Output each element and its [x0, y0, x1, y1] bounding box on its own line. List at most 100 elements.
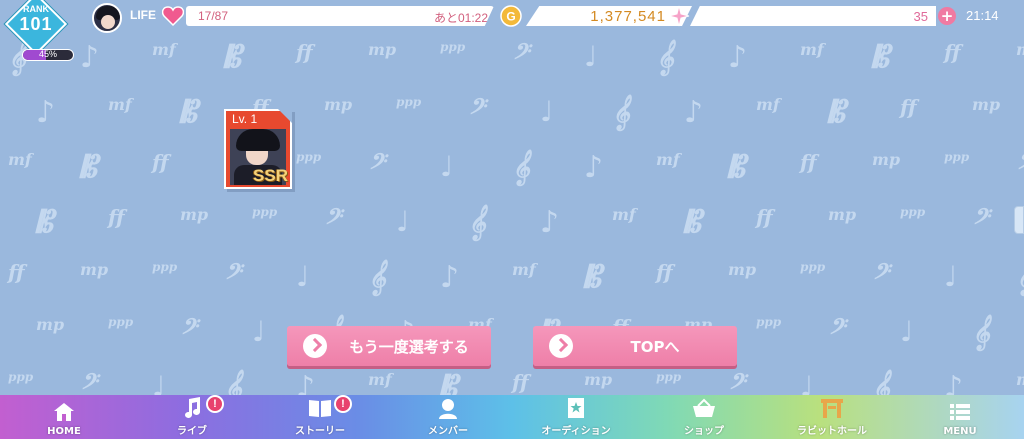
nav-item-shop[interactable]: ショップ [640, 395, 768, 439]
music-symbol-decoration: ♪ [684, 95, 704, 130]
music-symbol-decoration: mp [324, 95, 353, 114]
coin-icon: G [500, 5, 522, 27]
nav-label-shop: ショップ [684, 426, 724, 437]
music-symbol-decoration: 𝄞 [512, 150, 530, 185]
music-symbol-decoration: ♩ [944, 260, 958, 293]
music-symbol-decoration: ff [512, 370, 529, 394]
nav-label-menu: MENU [943, 426, 977, 437]
coin-count: 1,377,541 [590, 8, 666, 25]
sparkle-icon [668, 5, 690, 27]
card-level: Lv. 1 [232, 112, 258, 126]
music-symbol-decoration: mf [1016, 370, 1024, 389]
music-symbol-decoration: mp [1016, 40, 1024, 59]
music-symbol-decoration: mf [756, 95, 780, 114]
music-symbol-decoration: ♪ [540, 205, 560, 240]
music-symbol-decoration: mf [108, 95, 132, 114]
nav-item-story[interactable]: ! ストーリー [256, 395, 384, 439]
music-symbol-decoration: mp [368, 40, 397, 59]
stage-gate-icon [820, 396, 844, 420]
side-drawer-tab[interactable] [1014, 206, 1024, 234]
music-symbol-decoration: mp [828, 205, 857, 224]
music-symbol-decoration: 𝄡 [80, 150, 97, 185]
nav-item-rabbit-hole[interactable]: ラビットホール [768, 395, 896, 439]
music-symbol-decoration: 𝄡 [728, 150, 745, 185]
basket-icon [692, 396, 716, 420]
music-symbol-decoration: ppp [900, 205, 926, 219]
nav-label-audition: オーディション [541, 426, 611, 437]
music-symbol-decoration: ♩ [540, 95, 554, 128]
music-symbol-decoration: ppp [440, 40, 466, 54]
music-symbol-decoration: 𝄡 [872, 40, 889, 75]
top-label: TOPへ [630, 337, 680, 356]
music-symbol-decoration: 𝄞 [972, 315, 990, 350]
music-symbol-decoration: ff [944, 40, 961, 64]
top-button[interactable]: TOPへ [533, 326, 737, 366]
music-symbol-decoration: mf [368, 370, 392, 389]
music-symbol-decoration: ppp [252, 205, 278, 219]
music-symbol-decoration: ff [900, 95, 917, 119]
nav-label-member: メンバー [428, 426, 468, 437]
music-symbol-decoration: 𝄢 [468, 95, 485, 125]
music-symbol-decoration: mp [80, 260, 109, 279]
member-icon [436, 396, 460, 420]
music-symbol-decoration: ppp [656, 370, 682, 384]
music-symbol-decoration: 𝄢 [1016, 150, 1024, 181]
retry-selection-button[interactable]: もう一度選考する [287, 326, 491, 366]
plus-icon[interactable]: + [938, 7, 956, 25]
card-rarity-badge: SSR [253, 166, 288, 185]
retry-selection-label: もう一度選考する [349, 337, 469, 356]
nav-item-home[interactable]: HOME [0, 395, 128, 439]
music-symbol-decoration: mf [656, 150, 680, 169]
nav-item-menu[interactable]: MENU [896, 395, 1024, 439]
music-symbol-decoration: 𝄢 [512, 40, 529, 70]
music-pattern-background: 𝄞♪mf𝄡ffmpppp𝄢♩𝄞♪mf𝄡ffmp♪mf𝄡ffmpppp𝄢♩𝄞♪mf… [0, 0, 1024, 439]
music-symbol-decoration: 𝄞 [368, 260, 386, 295]
rank-display: RANK 101 [10, 4, 62, 34]
music-symbol-decoration: mp [584, 370, 613, 389]
music-symbol-decoration: 𝄢 [368, 150, 385, 180]
music-symbol-decoration: ♩ [396, 205, 410, 238]
nav-item-audition[interactable]: オーディション [512, 395, 640, 439]
life-gauge: 17/87 あと01:22 [186, 6, 494, 26]
rank-value: 101 [19, 14, 53, 34]
music-note-icon [180, 396, 204, 420]
music-symbol-decoration: 𝄢 [972, 205, 989, 235]
exp-progress-text: 45% [38, 49, 57, 59]
player-avatar[interactable] [92, 3, 122, 33]
music-symbol-decoration: ♩ [252, 315, 266, 348]
nav-item-member[interactable]: メンバー [384, 395, 512, 439]
notification-badge: ! [206, 395, 224, 413]
music-symbol-decoration: 𝄢 [828, 315, 845, 345]
nav-label-story: ストーリー [295, 426, 345, 437]
life-recovery-timer: あと01:22 [433, 11, 488, 25]
music-symbol-decoration: ppp [296, 150, 322, 164]
idol-card-ssr[interactable]: Lv. 1 SSR [224, 109, 292, 189]
music-symbol-decoration: mp [728, 260, 757, 279]
status-bar: RANK 101 45% LIFE 17/87 あと01:22 G 1,377,… [0, 0, 1024, 61]
exp-progress-bar: 45% [22, 49, 74, 61]
music-symbol-decoration: 𝄡 [224, 40, 241, 75]
menu-icon [948, 400, 972, 424]
music-symbol-decoration: mp [972, 95, 1001, 114]
music-symbol-decoration: mf [800, 40, 824, 59]
music-symbol-decoration: ff [800, 150, 817, 174]
chevron-right-icon [303, 334, 327, 358]
music-symbol-decoration: 𝄡 [684, 205, 701, 240]
bottom-navigation: HOME ! ライブ ! ストーリー メンバー オーディション ショップ ラビッ… [0, 395, 1024, 439]
book-icon [308, 396, 332, 420]
nav-item-live[interactable]: ! ライブ [128, 395, 256, 439]
music-symbol-decoration: ff [296, 40, 313, 64]
music-symbol-decoration: mp [872, 150, 901, 169]
music-symbol-decoration: ppp [152, 260, 178, 274]
music-symbol-decoration: ♪ [584, 150, 604, 185]
music-symbol-decoration: 𝄞 [468, 205, 486, 240]
music-symbol-decoration: ♩ [296, 260, 310, 293]
life-value: 17/87 [198, 9, 229, 23]
music-symbol-decoration: ♪ [728, 40, 748, 75]
music-symbol-decoration: mf [8, 150, 32, 169]
card-corner-fold [278, 109, 292, 123]
music-symbol-decoration: 𝄡 [180, 95, 197, 130]
music-symbol-decoration: ff [656, 260, 673, 284]
rank-label: RANK [23, 4, 49, 14]
music-symbol-decoration: ♪ [440, 260, 460, 295]
